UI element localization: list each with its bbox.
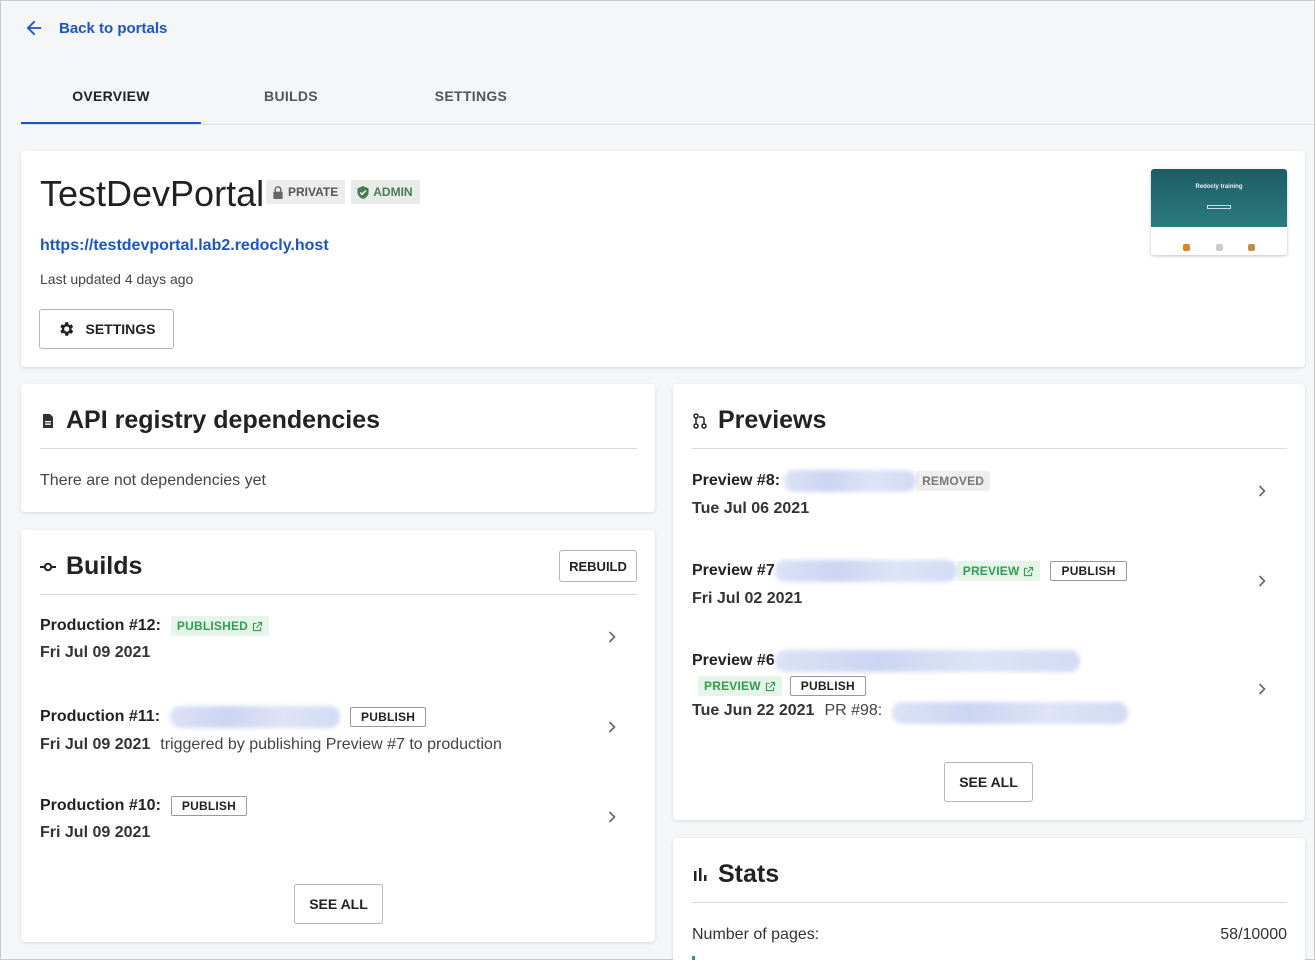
external-link-icon bbox=[252, 621, 263, 631]
portal-last-updated: Last updated 4 days ago bbox=[40, 271, 194, 287]
build-date: Fri Jul 09 2021 bbox=[40, 824, 151, 841]
build-date: Fri Jul 09 2021 bbox=[40, 736, 151, 753]
api-registry-title: API registry dependencies bbox=[66, 406, 381, 434]
redacted-pr-title bbox=[892, 702, 1129, 724]
api-registry-card: API registry dependencies There are not … bbox=[21, 384, 655, 512]
portal-url-link[interactable]: https://testdevportal.lab2.redocly.host bbox=[40, 237, 329, 255]
lock-icon bbox=[273, 185, 283, 199]
back-to-portals-link[interactable]: Back to portals bbox=[23, 17, 167, 39]
previews-card: Previews Preview #8: REMOVED Tue Jul 06 … bbox=[673, 384, 1305, 820]
stats-title: Stats bbox=[718, 860, 780, 888]
portal-summary-card: TestDevPortal PRIVATE ADMIN https://test… bbox=[21, 151, 1305, 367]
preview-tag-label: PREVIEW bbox=[962, 564, 1020, 578]
pages-stat-value: 58/10000 bbox=[1220, 926, 1287, 943]
builds-heading: Builds bbox=[40, 552, 142, 581]
pages-stat-row: Number of pages: 58/10000 bbox=[692, 926, 1287, 944]
portal-settings-button[interactable]: SETTINGS bbox=[39, 309, 174, 349]
shield-check-icon bbox=[357, 185, 369, 199]
portal-thumbnail[interactable]: Redocly training bbox=[1151, 169, 1287, 255]
stats-card: Stats Number of pages: 58/10000 bbox=[673, 838, 1305, 960]
pull-request-icon bbox=[693, 412, 707, 429]
preview-label: Preview #8: bbox=[692, 472, 781, 489]
build-row-12[interactable]: Production #12: PUBLISHED Fri Jul 09 202… bbox=[40, 616, 637, 676]
preview-tag[interactable]: PREVIEW bbox=[956, 561, 1041, 581]
preview-tag[interactable]: PREVIEW bbox=[698, 676, 782, 696]
chevron-right-icon bbox=[608, 721, 616, 733]
bar-chart-icon bbox=[694, 867, 707, 881]
admin-badge-label: ADMIN bbox=[373, 185, 413, 199]
pages-usage-bar bbox=[692, 956, 695, 960]
previews-heading: Previews bbox=[692, 406, 826, 435]
publish-button[interactable]: PUBLISH bbox=[789, 676, 866, 696]
redacted-branch bbox=[774, 560, 957, 582]
document-icon bbox=[43, 413, 53, 428]
tab-builds[interactable]: BUILDS bbox=[201, 73, 381, 124]
published-tag-label: PUBLISHED bbox=[176, 619, 249, 633]
stats-heading: Stats bbox=[692, 860, 779, 889]
tab-settings[interactable]: SETTINGS bbox=[381, 73, 561, 124]
publish-button[interactable]: PUBLISH bbox=[350, 707, 427, 727]
builds-title: Builds bbox=[66, 552, 143, 580]
build-row-10[interactable]: Production #10: PUBLISH Fri Jul 09 2021 bbox=[40, 796, 637, 856]
tab-overview[interactable]: OVERVIEW bbox=[21, 73, 201, 124]
chevron-right-icon bbox=[608, 811, 616, 823]
build-label: Production #11: bbox=[40, 708, 161, 725]
redacted-commit-message bbox=[170, 706, 341, 728]
api-registry-heading: API registry dependencies bbox=[40, 406, 380, 435]
preview-tag-label: PREVIEW bbox=[704, 679, 761, 693]
private-badge: PRIVATE bbox=[266, 180, 346, 204]
publish-button[interactable]: PUBLISH bbox=[1050, 561, 1127, 581]
admin-badge: ADMIN bbox=[351, 180, 420, 204]
settings-button-label: SETTINGS bbox=[85, 321, 156, 337]
chevron-right-icon bbox=[1258, 485, 1266, 497]
build-trigger-note: triggered by publishing Preview #7 to pr… bbox=[160, 736, 502, 753]
preview-date: Tue Jun 22 2021 bbox=[692, 702, 815, 719]
build-label: Production #12: bbox=[40, 617, 161, 634]
external-link-icon bbox=[1024, 566, 1034, 576]
chevron-right-icon bbox=[608, 631, 616, 643]
builds-see-all-button[interactable]: SEE ALL bbox=[294, 884, 383, 924]
chevron-right-icon bbox=[1258, 683, 1266, 695]
build-date: Fri Jul 09 2021 bbox=[40, 644, 151, 661]
preview-label: Preview #7 bbox=[692, 562, 775, 579]
preview-label: Preview #6 bbox=[692, 652, 775, 669]
preview-row-8[interactable]: Preview #8: REMOVED Tue Jul 06 2021 bbox=[692, 470, 1287, 530]
removed-tag: REMOVED bbox=[916, 471, 991, 491]
build-label: Production #10: bbox=[40, 797, 161, 814]
builds-card: Builds REBUILD Production #12: PUBLISHED… bbox=[21, 530, 655, 942]
preview-row-6[interactable]: Preview #6 PREVIEW PUBLISH Tue Jun 22 20… bbox=[692, 650, 1287, 730]
previews-title: Previews bbox=[718, 406, 827, 434]
portal-title: TestDevPortal bbox=[40, 173, 265, 214]
publish-button[interactable]: PUBLISH bbox=[170, 796, 247, 816]
rebuild-button[interactable]: REBUILD bbox=[559, 550, 637, 582]
redacted-branch bbox=[774, 650, 1080, 672]
gear-icon bbox=[60, 322, 74, 336]
chevron-right-icon bbox=[1258, 575, 1266, 587]
arrow-left-icon bbox=[26, 20, 42, 36]
preview-date: Tue Jul 06 2021 bbox=[692, 500, 810, 517]
back-link-label: Back to portals bbox=[59, 19, 168, 37]
preview-pr-label: PR #98: bbox=[824, 702, 883, 719]
preview-date: Fri Jul 02 2021 bbox=[692, 590, 803, 607]
api-registry-empty-text: There are not dependencies yet bbox=[40, 472, 266, 489]
build-row-11[interactable]: Production #11: PUBLISH Fri Jul 09 2021 … bbox=[40, 706, 637, 766]
private-badge-label: PRIVATE bbox=[288, 185, 339, 199]
redacted-branch bbox=[784, 470, 917, 492]
preview-row-7[interactable]: Preview #7 PREVIEW PUBLISH Fri Jul 02 20… bbox=[692, 560, 1287, 620]
portal-tabs: OVERVIEW BUILDS SETTINGS bbox=[21, 73, 1314, 125]
commit-icon bbox=[40, 562, 56, 571]
portal-badges: PRIVATE ADMIN bbox=[266, 180, 420, 204]
pages-stat-label: Number of pages: bbox=[692, 926, 820, 943]
external-link-icon bbox=[765, 681, 775, 691]
published-tag[interactable]: PUBLISHED bbox=[170, 616, 270, 636]
previews-see-all-button[interactable]: SEE ALL bbox=[944, 762, 1033, 802]
thumbnail-title: Redocly training bbox=[1195, 184, 1243, 190]
